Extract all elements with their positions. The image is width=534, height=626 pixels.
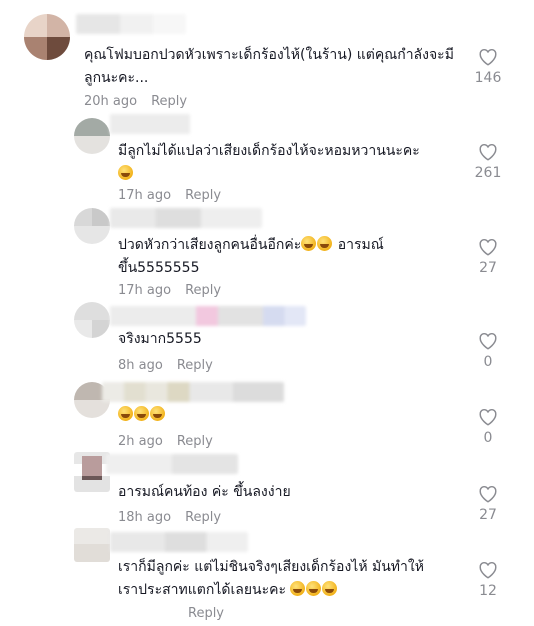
like-count: 27 xyxy=(479,260,497,276)
reply-button[interactable]: Reply xyxy=(151,94,187,109)
comment-time: 17h ago xyxy=(118,188,172,203)
username-redacted[interactable] xyxy=(110,306,306,326)
reply-button[interactable]: Reply xyxy=(188,606,224,621)
comment-text: มีลูกไม่ได้แปลว่าเสียงเด็กร้องไห้จะหอมหว… xyxy=(118,140,458,186)
avatar[interactable] xyxy=(74,452,110,492)
rofl-emoji-icon xyxy=(306,581,322,596)
like-count: 261 xyxy=(474,165,502,181)
username-redacted[interactable] xyxy=(110,208,262,228)
heart-icon xyxy=(479,408,497,426)
comment-time: 18h ago xyxy=(118,510,172,525)
reply-button[interactable]: Reply xyxy=(185,510,221,525)
like-button[interactable]: 261 xyxy=(468,143,508,181)
username-redacted[interactable] xyxy=(110,532,248,552)
like-count: 27 xyxy=(479,507,497,523)
comment-meta: 8h ago Reply xyxy=(118,358,213,373)
comment-time: 20h ago xyxy=(84,94,138,109)
avatar[interactable] xyxy=(74,528,110,562)
comment-text: เราก็มีลูกค่ะ แต่ไม่ชินจริงๆเสียงเด็กร้อ… xyxy=(118,559,424,598)
like-count: 146 xyxy=(474,70,502,86)
like-button[interactable]: 12 xyxy=(468,561,508,599)
avatar[interactable] xyxy=(74,302,110,338)
rofl-emoji-icon xyxy=(301,236,317,251)
like-button[interactable]: 27 xyxy=(468,485,508,523)
like-count: 0 xyxy=(483,354,493,370)
like-count: 0 xyxy=(483,430,493,446)
comment-meta: 2h ago Reply xyxy=(118,434,213,449)
comment-time: 17h ago xyxy=(118,283,172,298)
comment-meta: 17h ago Reply xyxy=(118,283,221,298)
comment-text: อารมณ์คนท้อง ค่ะ ขึ้นลงง่าย xyxy=(118,484,291,500)
rofl-emoji-icon xyxy=(290,581,306,596)
avatar[interactable] xyxy=(24,14,70,60)
comment-text: จริงมาก5555 xyxy=(118,331,202,347)
rofl-emoji-icon xyxy=(317,236,333,251)
comment-meta: Reply xyxy=(188,606,224,621)
sweat-smile-emoji-icon xyxy=(118,165,133,180)
like-button[interactable]: 0 xyxy=(468,332,508,370)
reply-button[interactable]: Reply xyxy=(177,434,213,449)
heart-icon xyxy=(479,238,497,256)
heart-icon xyxy=(479,485,497,503)
comment-time: 2h ago xyxy=(118,434,163,449)
comment-time: 8h ago xyxy=(118,358,163,373)
laughing-emoji-icon xyxy=(150,406,165,421)
comment-text: ปวดหัวกว่าเสียงลูกคนอื่นอีกค่ะ อารมณ์ ขึ้… xyxy=(118,236,384,276)
like-button[interactable]: 27 xyxy=(468,238,508,276)
comment-meta: 20h ago Reply xyxy=(84,94,187,109)
laughing-emoji-icon xyxy=(134,406,149,421)
laughing-emoji-icon xyxy=(118,406,133,421)
rofl-emoji-icon xyxy=(322,581,338,596)
heart-icon xyxy=(479,561,497,579)
comment-text: คุณโฟมบอกปวดหัวเพราะเด็กร้องไห้(ในร้าน) … xyxy=(84,47,454,86)
comment-text xyxy=(118,404,458,427)
like-button[interactable]: 146 xyxy=(468,48,508,86)
heart-icon xyxy=(479,332,497,350)
like-button[interactable]: 0 xyxy=(468,408,508,446)
username-redacted[interactable] xyxy=(102,382,284,402)
comment-meta: 18h ago Reply xyxy=(118,510,221,525)
heart-icon xyxy=(479,48,497,66)
avatar[interactable] xyxy=(74,208,110,244)
avatar[interactable] xyxy=(74,118,110,154)
reply-button[interactable]: Reply xyxy=(185,283,221,298)
reply-button[interactable]: Reply xyxy=(185,188,221,203)
like-count: 12 xyxy=(479,583,497,599)
reply-button[interactable]: Reply xyxy=(177,358,213,373)
username-redacted[interactable] xyxy=(106,454,238,474)
comment-meta: 17h ago Reply xyxy=(118,188,221,203)
heart-icon xyxy=(479,143,497,161)
username-redacted[interactable] xyxy=(110,114,190,134)
username-redacted[interactable] xyxy=(76,14,186,34)
